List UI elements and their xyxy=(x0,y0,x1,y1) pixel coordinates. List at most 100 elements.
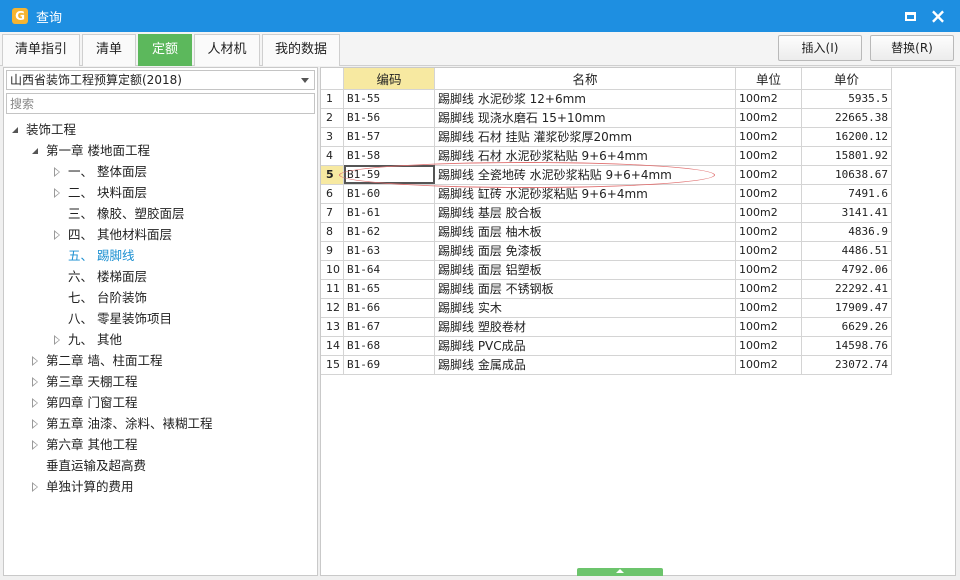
cell-name[interactable]: 踢脚线 基层 胶合板 xyxy=(434,203,736,223)
cell-name[interactable]: 踢脚线 全瓷地砖 水泥砂浆粘贴 9+6+4mm xyxy=(434,165,736,185)
row-number[interactable]: 2 xyxy=(321,108,344,128)
cell-price[interactable]: 4836.9 xyxy=(801,222,892,242)
cell-unit[interactable]: 100m2 xyxy=(735,241,802,261)
row-number[interactable]: 1 xyxy=(321,89,344,109)
row-number[interactable]: 7 xyxy=(321,203,344,223)
table-row[interactable]: 11 B1-65 踢脚线 面层 不锈钢板 100m2 22292.41 xyxy=(321,279,892,299)
cell-name[interactable]: 踢脚线 PVC成品 xyxy=(434,336,736,356)
cell-price[interactable]: 4792.06 xyxy=(801,260,892,280)
header-code[interactable]: 编码 xyxy=(343,68,435,90)
cell-name[interactable]: 踢脚线 面层 铝塑板 xyxy=(434,260,736,280)
table-row[interactable]: 10 B1-64 踢脚线 面层 铝塑板 100m2 4792.06 xyxy=(321,260,892,280)
triangle-right-icon[interactable] xyxy=(30,350,40,371)
tab-quota[interactable]: 定额 xyxy=(138,34,192,66)
row-number[interactable]: 8 xyxy=(321,222,344,242)
cell-name[interactable]: 踢脚线 水泥砂浆 12+6mm xyxy=(434,89,736,109)
table-row[interactable]: 6 B1-60 踢脚线 缸砖 水泥砂浆粘贴 9+6+4mm 100m2 7491.6 xyxy=(321,184,892,204)
replace-button[interactable]: 替换(R) xyxy=(870,35,954,61)
cell-code[interactable]: B1-59 xyxy=(343,165,435,185)
cell-name[interactable]: 踢脚线 面层 不锈钢板 xyxy=(434,279,736,299)
cell-name[interactable]: 踢脚线 缸砖 水泥砂浆粘贴 9+6+4mm xyxy=(434,184,736,204)
cell-price[interactable]: 22665.38 xyxy=(801,108,892,128)
header-unit[interactable]: 单位 xyxy=(735,68,802,90)
close-icon[interactable]: × xyxy=(928,4,948,28)
row-number[interactable]: 4 xyxy=(321,146,344,166)
cell-unit[interactable]: 100m2 xyxy=(735,127,802,147)
row-number[interactable]: 9 xyxy=(321,241,344,261)
header-price[interactable]: 单价 xyxy=(801,68,892,90)
tab-bill[interactable]: 清单 xyxy=(82,34,136,66)
row-number[interactable]: 6 xyxy=(321,184,344,204)
triangle-down-icon[interactable] xyxy=(30,140,40,161)
table-row[interactable]: 7 B1-61 踢脚线 基层 胶合板 100m2 3141.41 xyxy=(321,203,892,223)
cell-name[interactable]: 踢脚线 现浇水磨石 15+10mm xyxy=(434,108,736,128)
triangle-right-icon[interactable] xyxy=(30,413,40,434)
tab-labor-material[interactable]: 人材机 xyxy=(194,34,260,66)
triangle-right-icon[interactable] xyxy=(52,329,62,350)
table-row[interactable]: 13 B1-67 踢脚线 塑胶卷材 100m2 6629.26 xyxy=(321,317,892,337)
table-row[interactable]: 15 B1-69 踢脚线 金属成品 100m2 23072.74 xyxy=(321,355,892,375)
cell-unit[interactable]: 100m2 xyxy=(735,317,802,337)
cell-unit[interactable]: 100m2 xyxy=(735,355,802,375)
row-number[interactable]: 10 xyxy=(321,260,344,280)
cell-name[interactable]: 踢脚线 面层 免漆板 xyxy=(434,241,736,261)
row-number[interactable]: 15 xyxy=(321,355,344,375)
table-row[interactable]: 4 B1-58 踢脚线 石材 水泥砂浆粘贴 9+6+4mm 100m2 15801.92 xyxy=(321,146,892,166)
cell-unit[interactable]: 100m2 xyxy=(735,336,802,356)
cell-name[interactable]: 踢脚线 实木 xyxy=(434,298,736,318)
table-row[interactable]: 8 B1-62 踢脚线 面层 柚木板 100m2 4836.9 xyxy=(321,222,892,242)
triangle-right-icon[interactable] xyxy=(30,392,40,413)
triangle-right-icon[interactable] xyxy=(52,224,62,245)
cell-code[interactable]: B1-61 xyxy=(343,203,435,223)
cell-price[interactable]: 23072.74 xyxy=(801,355,892,375)
cell-price[interactable]: 17909.47 xyxy=(801,298,892,318)
search-input[interactable] xyxy=(6,93,315,114)
cell-unit[interactable]: 100m2 xyxy=(735,184,802,204)
cell-unit[interactable]: 100m2 xyxy=(735,279,802,299)
cell-price[interactable]: 15801.92 xyxy=(801,146,892,166)
cell-code[interactable]: B1-66 xyxy=(343,298,435,318)
tab-my-data[interactable]: 我的数据 xyxy=(262,34,340,66)
cell-code[interactable]: B1-69 xyxy=(343,355,435,375)
table-row[interactable]: 5 B1-59 踢脚线 全瓷地砖 水泥砂浆粘贴 9+6+4mm 100m2 10638.… xyxy=(321,165,892,185)
cell-unit[interactable]: 100m2 xyxy=(735,260,802,280)
cell-unit[interactable]: 100m2 xyxy=(735,165,802,185)
tab-bill-guide[interactable]: 清单指引 xyxy=(2,34,80,66)
row-number[interactable]: 14 xyxy=(321,336,344,356)
cell-price[interactable]: 22292.41 xyxy=(801,279,892,299)
table-row[interactable]: 3 B1-57 踢脚线 石材 挂贴 灌浆砂浆厚20mm 100m2 16200.12 xyxy=(321,127,892,147)
row-number[interactable]: 3 xyxy=(321,127,344,147)
cell-code[interactable]: B1-64 xyxy=(343,260,435,280)
cell-code[interactable]: B1-56 xyxy=(343,108,435,128)
cell-name[interactable]: 踢脚线 石材 挂贴 灌浆砂浆厚20mm xyxy=(434,127,736,147)
table-row[interactable]: 2 B1-56 踢脚线 现浇水磨石 15+10mm 100m2 22665.38 xyxy=(321,108,892,128)
cell-name[interactable]: 踢脚线 石材 水泥砂浆粘贴 9+6+4mm xyxy=(434,146,736,166)
triangle-right-icon[interactable] xyxy=(52,182,62,203)
chevron-down-icon[interactable] xyxy=(301,78,309,83)
row-number[interactable]: 5 xyxy=(321,165,344,185)
cell-code[interactable]: B1-65 xyxy=(343,279,435,299)
triangle-right-icon[interactable] xyxy=(30,371,40,392)
table-row[interactable]: 14 B1-68 踢脚线 PVC成品 100m2 14598.76 xyxy=(321,336,892,356)
panel-expand-handle[interactable] xyxy=(577,568,663,576)
row-number[interactable]: 13 xyxy=(321,317,344,337)
cell-code[interactable]: B1-67 xyxy=(343,317,435,337)
header-name[interactable]: 名称 xyxy=(434,68,736,90)
cell-name[interactable]: 踢脚线 面层 柚木板 xyxy=(434,222,736,242)
cell-unit[interactable]: 100m2 xyxy=(735,108,802,128)
cell-price[interactable]: 16200.12 xyxy=(801,127,892,147)
cell-unit[interactable]: 100m2 xyxy=(735,89,802,109)
row-number[interactable]: 11 xyxy=(321,279,344,299)
cell-name[interactable]: 踢脚线 塑胶卷材 xyxy=(434,317,736,337)
triangle-right-icon[interactable] xyxy=(52,161,62,182)
row-number[interactable]: 12 xyxy=(321,298,344,318)
maximize-icon[interactable] xyxy=(900,6,920,26)
cell-price[interactable]: 3141.41 xyxy=(801,203,892,223)
cell-price[interactable]: 10638.67 xyxy=(801,165,892,185)
cell-price[interactable]: 4486.51 xyxy=(801,241,892,261)
table-row[interactable]: 1 B1-55 踢脚线 水泥砂浆 12+6mm 100m2 5935.5 xyxy=(321,89,892,109)
table-row[interactable]: 9 B1-63 踢脚线 面层 免漆板 100m2 4486.51 xyxy=(321,241,892,261)
cell-unit[interactable]: 100m2 xyxy=(735,203,802,223)
cell-price[interactable]: 5935.5 xyxy=(801,89,892,109)
cell-unit[interactable]: 100m2 xyxy=(735,146,802,166)
